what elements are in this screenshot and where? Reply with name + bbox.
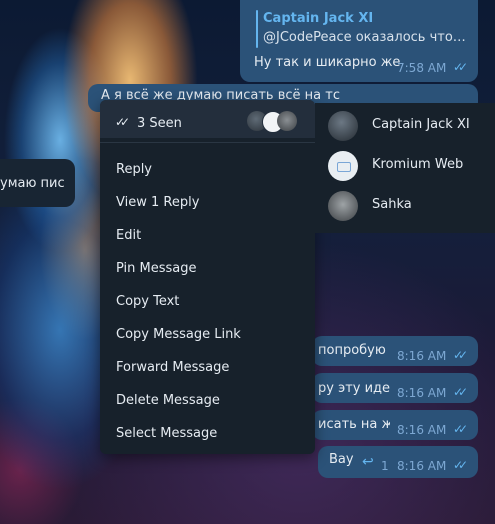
menu-item-label: Forward Message (116, 360, 230, 375)
menu-item-label: Select Message (116, 426, 218, 441)
seen-user-sahka[interactable]: Sahka (315, 186, 495, 226)
menu-item-label: View 1 Reply (116, 195, 200, 210)
double-check-icon: ✓✓ (453, 60, 468, 74)
reply-arrow-icon[interactable]: ↩ (362, 454, 374, 470)
menu-item-label: Reply (116, 162, 153, 177)
double-check-icon: ✓✓ (453, 422, 468, 436)
message-time: 8:16 AM (397, 349, 447, 363)
message-time: 8:16 AM (397, 386, 447, 400)
reply-count[interactable]: 1 (381, 459, 389, 473)
menu-item-copy-link[interactable]: Copy Message Link (100, 319, 315, 352)
message-text: умаю пис... (0, 176, 66, 191)
logo-icon (337, 162, 351, 172)
menu-item-label: Copy Text (116, 294, 180, 309)
avatar (328, 151, 358, 181)
message-time: 8:16 AM (397, 423, 447, 437)
double-check-icon: ✓✓ (453, 385, 468, 399)
message-text: Вау (329, 452, 354, 467)
menu-item-view-replies[interactable]: View 1 Reply (100, 187, 315, 220)
menu-item-edit[interactable]: Edit (100, 220, 315, 253)
avatar (328, 111, 358, 141)
message-text: исать на жс (318, 417, 390, 432)
reply-quote-bar (256, 10, 258, 48)
seen-user-captain-jack[interactable]: Captain Jack XI (315, 106, 495, 146)
seen-user-kromium-web[interactable]: Kromium Web (315, 146, 495, 186)
double-check-icon: ✓✓ (453, 458, 468, 472)
seen-user-name: Kromium Web (372, 157, 464, 172)
menu-item-label: Pin Message (116, 261, 197, 276)
menu-item-copy-text[interactable]: Copy Text (100, 286, 315, 319)
reply-snippet[interactable]: @JCodePeace оказалось что де... (263, 30, 468, 45)
seen-count-label: 3 Seen (137, 116, 182, 131)
menu-item-pin[interactable]: Pin Message (100, 253, 315, 286)
avatar (328, 191, 358, 221)
message-time: 8:16 AM (397, 459, 447, 473)
message-time: 7:58 AM (397, 61, 447, 75)
menu-item-forward[interactable]: Forward Message (100, 352, 315, 385)
menu-item-label: Edit (116, 228, 142, 243)
menu-divider (100, 142, 315, 143)
seen-user-name: Captain Jack XI (372, 117, 470, 132)
menu-item-reply[interactable]: Reply (100, 154, 315, 187)
reply-author[interactable]: Captain Jack XI (263, 11, 373, 26)
double-check-icon: ✓✓ (453, 348, 468, 362)
message-text: ру эту идею (318, 381, 390, 396)
menu-item-label: Copy Message Link (116, 327, 241, 342)
menu-item-delete[interactable]: Delete Message (100, 385, 315, 418)
double-check-icon: ✓✓ (115, 115, 130, 129)
avatar-sahka (277, 111, 297, 131)
message-text: Ну так и шикарно же (254, 55, 401, 70)
message-text: попробую (318, 343, 386, 358)
menu-item-label: Delete Message (116, 393, 220, 408)
menu-item-select[interactable]: Select Message (100, 418, 315, 451)
seen-user-name: Sahka (372, 197, 412, 212)
